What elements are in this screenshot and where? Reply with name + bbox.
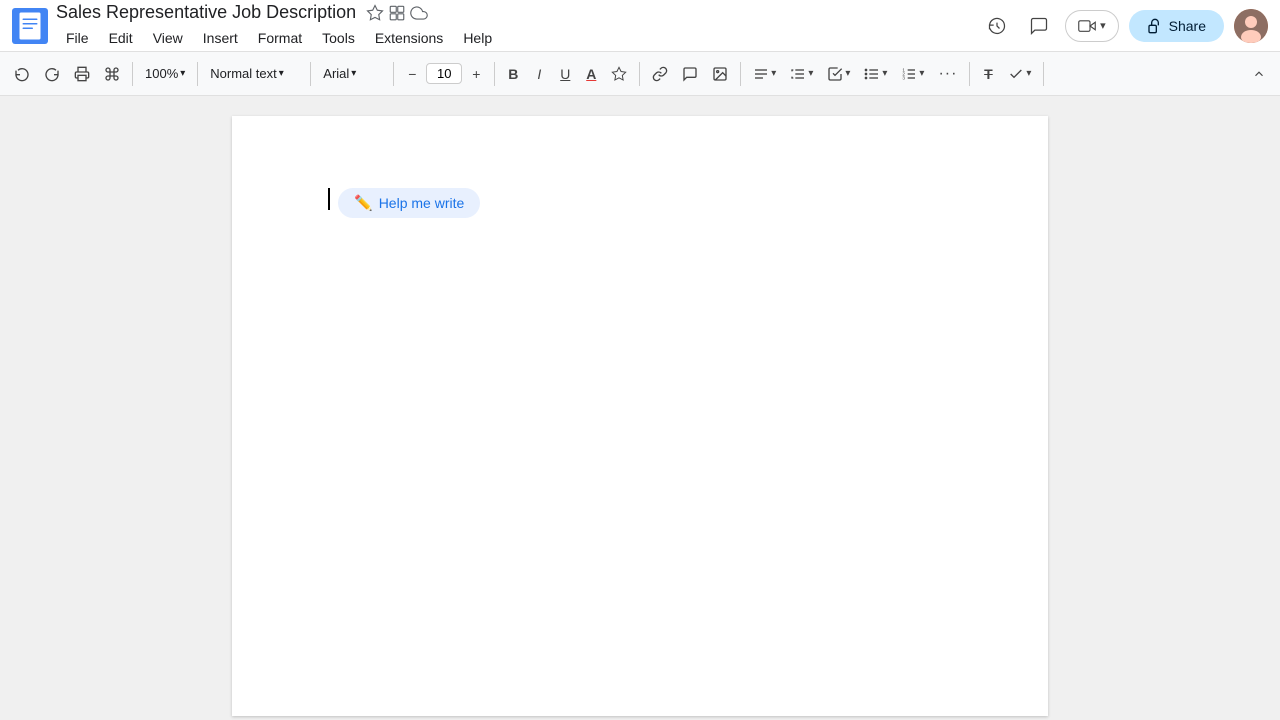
- share-button[interactable]: Share: [1129, 10, 1224, 42]
- sep-7: [740, 62, 741, 86]
- zoom-select[interactable]: 100% ▾: [139, 62, 191, 85]
- bold-button[interactable]: B: [501, 62, 525, 86]
- underline-label: U: [560, 66, 570, 82]
- numbered-list-button[interactable]: 123 ▾: [895, 62, 930, 86]
- checklist-button[interactable]: ▾: [821, 62, 856, 86]
- sep-4: [393, 62, 394, 86]
- share-label: Share: [1169, 18, 1206, 34]
- comments-button[interactable]: [1023, 10, 1055, 42]
- link-button[interactable]: [646, 62, 674, 86]
- meet-dropdown-icon: ▾: [1100, 19, 1106, 32]
- font-size-minus-button[interactable]: −: [400, 62, 424, 86]
- menu-edit[interactable]: Edit: [99, 26, 143, 50]
- font-dropdown-icon: ▾: [351, 68, 356, 79]
- zoom-label: 100%: [145, 66, 178, 81]
- move-button[interactable]: [386, 2, 408, 24]
- text-color-label: A: [586, 66, 596, 82]
- sep-5: [494, 62, 495, 86]
- menu-view[interactable]: View: [143, 26, 193, 50]
- print-button[interactable]: [68, 62, 96, 86]
- spell-check-button[interactable]: ▾: [1002, 62, 1037, 86]
- font-label: Arial: [323, 66, 349, 81]
- meet-button[interactable]: ▾: [1065, 10, 1119, 42]
- text-cursor: [328, 188, 330, 210]
- title-section: Sales Representative Job Description Fil…: [56, 2, 981, 50]
- cloud-button[interactable]: [408, 2, 430, 24]
- align-button[interactable]: ▾: [747, 62, 782, 86]
- star-button[interactable]: [364, 2, 386, 24]
- sep-9: [1043, 62, 1044, 86]
- font-size-plus-button[interactable]: +: [464, 62, 488, 86]
- comment-button[interactable]: [676, 62, 704, 86]
- help-me-write-button[interactable]: ✏️ Help me write: [338, 188, 480, 218]
- sep-1: [132, 62, 133, 86]
- history-button[interactable]: [981, 10, 1013, 42]
- doc-title[interactable]: Sales Representative Job Description: [56, 2, 356, 24]
- menu-format[interactable]: Format: [248, 26, 312, 50]
- clear-format-button[interactable]: T: [976, 62, 1000, 86]
- font-size-group: − +: [400, 62, 488, 86]
- line-spacing-button[interactable]: ▾: [784, 62, 819, 86]
- title-right: ▾ Share: [981, 9, 1268, 43]
- format-style-dropdown-icon: ▾: [279, 68, 284, 79]
- toolbar: 100% ▾ Normal text ▾ Arial ▾ − + B I U A: [0, 52, 1280, 96]
- doc-area: ✏️ Help me write: [0, 96, 1280, 720]
- menu-insert[interactable]: Insert: [193, 26, 248, 50]
- zoom-dropdown-icon: ▾: [180, 68, 185, 79]
- more-options-button[interactable]: ···: [932, 61, 963, 87]
- menu-row: File Edit View Insert Format Tools Exten…: [56, 26, 981, 50]
- bullet-list-button[interactable]: ▾: [858, 62, 893, 86]
- format-style-label: Normal text: [210, 66, 276, 81]
- sep-8: [969, 62, 970, 86]
- collapse-toolbar-button[interactable]: [1246, 63, 1272, 85]
- help-me-write-label: Help me write: [379, 195, 465, 211]
- paint-format-button[interactable]: [98, 62, 126, 86]
- more-options-label: ···: [938, 65, 957, 83]
- menu-tools[interactable]: Tools: [312, 26, 365, 50]
- font-select[interactable]: Arial ▾: [317, 62, 387, 85]
- bold-label: B: [508, 66, 518, 82]
- sep-2: [197, 62, 198, 86]
- title-bar: Sales Representative Job Description Fil…: [0, 0, 1280, 52]
- sep-6: [639, 62, 640, 86]
- user-avatar[interactable]: [1234, 9, 1268, 43]
- underline-button[interactable]: U: [553, 62, 577, 86]
- text-color-button[interactable]: A: [579, 62, 603, 86]
- sep-3: [310, 62, 311, 86]
- font-size-input[interactable]: [426, 63, 462, 84]
- cursor-line[interactable]: ✏️ Help me write: [328, 188, 952, 218]
- image-button[interactable]: [706, 62, 734, 86]
- menu-help[interactable]: Help: [453, 26, 502, 50]
- undo-button[interactable]: [8, 62, 36, 86]
- doc-page: ✏️ Help me write: [232, 116, 1048, 716]
- redo-button[interactable]: [38, 62, 66, 86]
- highlight-button[interactable]: [605, 62, 633, 86]
- menu-file[interactable]: File: [56, 26, 99, 50]
- help-me-write-pencil-icon: ✏️: [354, 194, 373, 212]
- svg-text:3: 3: [903, 75, 906, 80]
- italic-button[interactable]: I: [527, 62, 551, 86]
- docs-icon: [12, 8, 48, 44]
- menu-extensions[interactable]: Extensions: [365, 26, 453, 50]
- italic-label: I: [537, 66, 541, 82]
- format-style-select[interactable]: Normal text ▾: [204, 62, 304, 85]
